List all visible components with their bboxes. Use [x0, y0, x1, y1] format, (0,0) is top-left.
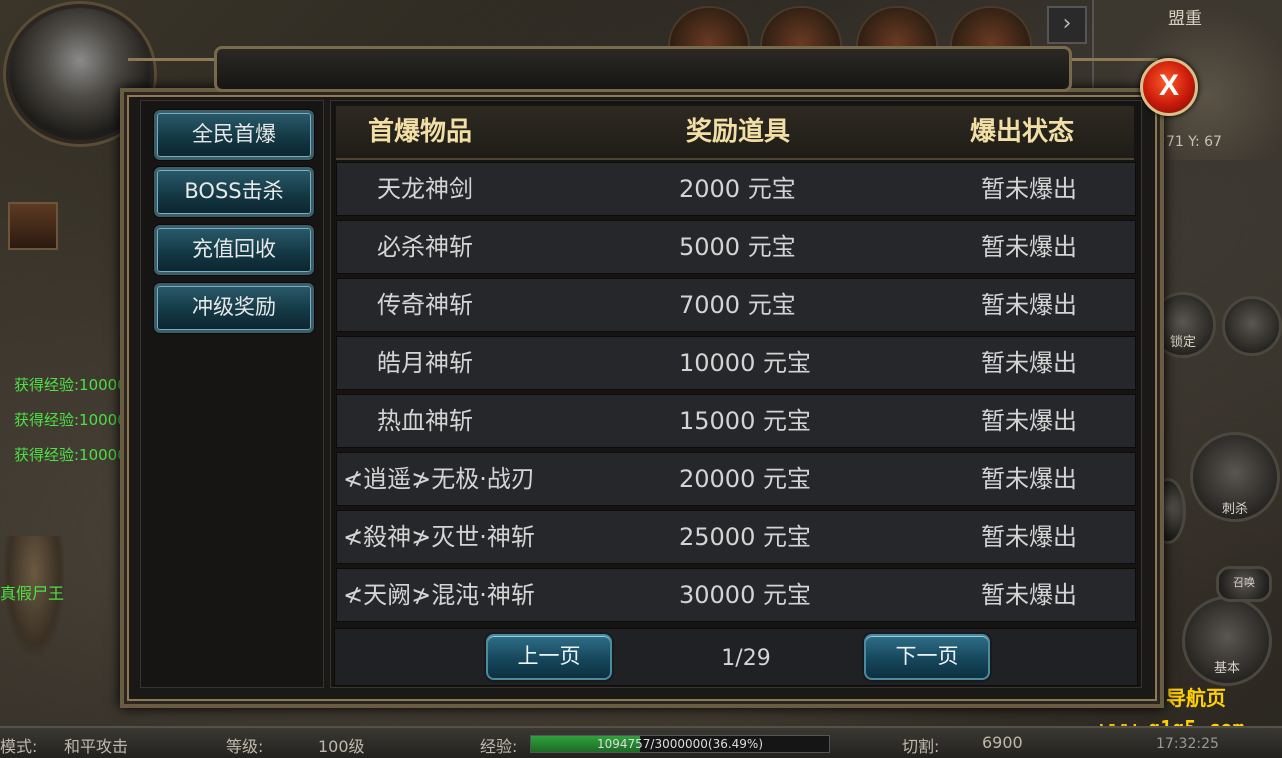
table-row: 传奇神斩 7000 元宝 暂未爆出	[336, 278, 1136, 332]
skill-misc-button[interactable]: 召唤	[1216, 566, 1272, 602]
exp-gain-log: 获得经验:10000	[14, 446, 127, 464]
cell-reward: 20000 元宝	[679, 465, 811, 493]
skill-basic-button[interactable]: 基本	[1182, 596, 1272, 686]
tab-global-first-drop[interactable]: 全民首爆	[154, 110, 314, 160]
skill-diamond-button[interactable]	[1222, 296, 1282, 356]
cell-status: 暂未爆出	[981, 233, 1077, 261]
cell-status: 暂未爆出	[981, 175, 1077, 203]
table-row: 天龙神剑 2000 元宝 暂未爆出	[336, 162, 1136, 216]
cell-reward: 5000 元宝	[679, 233, 796, 261]
exp-value: 1094757/3000000(36.49%)	[596, 737, 764, 751]
level-label: 等级:	[226, 737, 264, 756]
cell-reward: 15000 元宝	[679, 407, 811, 435]
cell-item: 皓月神斩	[377, 349, 473, 377]
dialog-header	[214, 46, 1072, 92]
map-name: 盟重	[1168, 9, 1202, 29]
cell-item: 天龙神剑	[377, 175, 473, 203]
player-coords: 71 Y: 67	[1166, 134, 1222, 150]
table-row: 皓月神斩 10000 元宝 暂未爆出	[336, 336, 1136, 390]
tab-level-reward[interactable]: 冲级奖励	[154, 283, 314, 333]
cell-reward: 7000 元宝	[679, 291, 796, 319]
exp-gain-log: 获得经验:10000	[14, 376, 127, 394]
cell-item: 传奇神斩	[377, 291, 473, 319]
page-indicator: 1/29	[721, 646, 771, 671]
cell-reward: 2000 元宝	[679, 175, 796, 203]
cut-label: 切割:	[902, 737, 940, 756]
table-row: 热血神斩 15000 元宝 暂未爆出	[336, 394, 1136, 448]
mode-value[interactable]: 和平攻击	[64, 733, 128, 757]
expand-arrow-icon[interactable]: ›	[1047, 6, 1087, 44]
cell-item: 必杀神斩	[377, 233, 473, 261]
frame-corner-left	[128, 58, 226, 91]
cell-reward: 10000 元宝	[679, 349, 811, 377]
exp-progress-bar: 1094757/3000000(36.49%)	[530, 735, 830, 753]
column-header-status: 爆出状态	[970, 117, 1075, 147]
table-row: ≮逍遥≯无极·战刃 20000 元宝 暂未爆出	[336, 452, 1136, 506]
level-value: 100级	[318, 737, 365, 756]
tab-boss-kill[interactable]: BOSS击杀	[154, 167, 314, 217]
prev-page-button[interactable]: 上一页	[486, 634, 612, 680]
cell-item: ≮逍遥≯无极·战刃	[343, 465, 535, 493]
close-button[interactable]: X	[1140, 58, 1198, 116]
table-row: ≮殺神≯灭世·神斩 25000 元宝 暂未爆出	[336, 510, 1136, 564]
tab-recharge-recycle[interactable]: 充值回收	[154, 225, 314, 275]
cell-status: 暂未爆出	[981, 465, 1077, 493]
next-page-button[interactable]: 下一页	[864, 634, 990, 680]
mode-label: 模式:	[0, 737, 38, 756]
table-header: 首爆物品 奖励道具 爆出状态	[336, 106, 1134, 160]
exp-label: 经验:	[480, 737, 518, 756]
exp-gain-log: 获得经验:10000	[14, 411, 127, 429]
column-header-reward: 奖励道具	[686, 117, 791, 147]
table-row: ≮天阙≯混沌·神斩 30000 元宝 暂未爆出	[336, 568, 1136, 622]
cell-status: 暂未爆出	[981, 523, 1077, 551]
cell-status: 暂未爆出	[981, 291, 1077, 319]
clock: 17:32:25	[1156, 736, 1219, 752]
cell-item: ≮天阙≯混沌·神斩	[343, 581, 535, 609]
skill-label: 基本	[1213, 661, 1240, 676]
skill-label: 刺杀	[1221, 502, 1248, 517]
status-bar: 模式: 和平攻击 等级: 100级 经验: 1094757/3000000(36…	[0, 726, 1282, 758]
cell-status: 暂未爆出	[981, 407, 1077, 435]
skill-label: 召唤	[1233, 576, 1255, 589]
column-header-item: 首爆物品	[368, 117, 473, 147]
cell-item: ≮殺神≯灭世·神斩	[343, 523, 535, 551]
cell-status: 暂未爆出	[981, 581, 1077, 609]
skill-label: 锁定	[1169, 335, 1196, 350]
cut-value: 6900	[982, 733, 1023, 752]
cell-reward: 25000 元宝	[679, 523, 811, 551]
cell-item: 热血神斩	[377, 407, 473, 435]
buff-icon[interactable]	[8, 202, 58, 250]
table-row: 必杀神斩 5000 元宝 暂未爆出	[336, 220, 1136, 274]
skill-stab-button[interactable]: 刺杀	[1190, 432, 1280, 522]
cell-reward: 30000 元宝	[679, 581, 811, 609]
npc-name: 真假尸王	[0, 584, 65, 603]
cell-status: 暂未爆出	[981, 349, 1077, 377]
